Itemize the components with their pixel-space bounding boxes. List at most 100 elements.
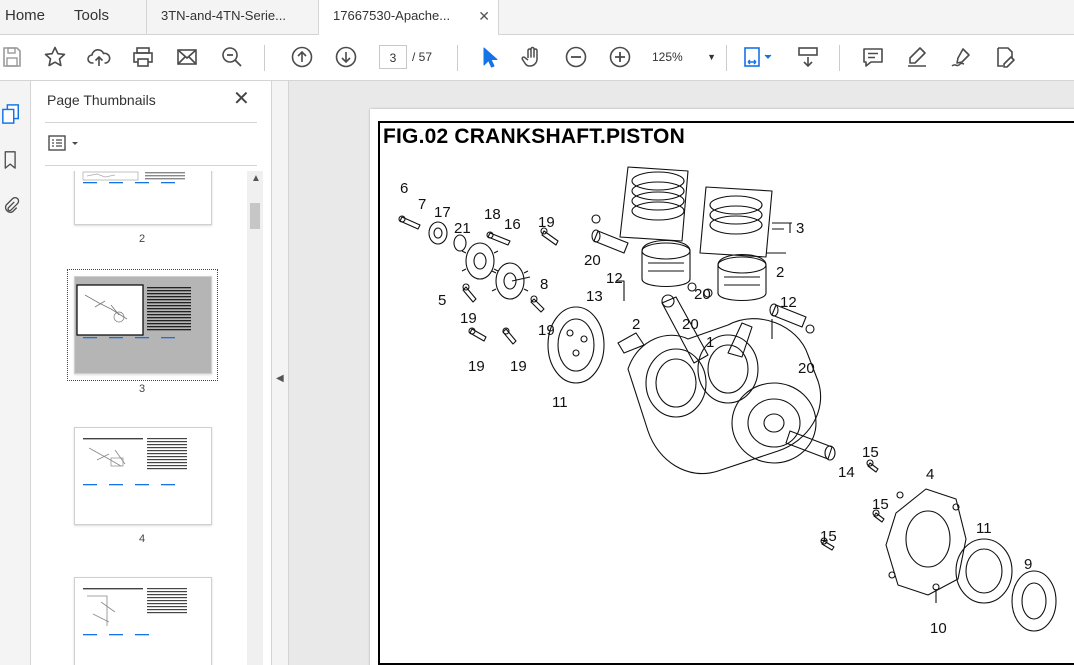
thumbnail-options-button[interactable] [47,133,83,155]
tab-bar: Home Tools 3TN-and-4TN-Serie... 17667530… [0,0,1074,35]
callout-number: 18 [484,206,501,223]
toolbar-separator [726,45,727,71]
toolbar-separator [457,45,458,71]
page-thumbnails-panel: Page Thumbnails ✕ 2 3 4 ▲ [31,81,271,665]
callout-number: 12 [606,270,623,287]
callout-labels: 67 17211816 192012358191319 2220201219 19111… [400,180,1032,637]
callout-number: 19 [460,310,477,327]
comment-icon[interactable] [859,43,887,71]
callout-number: 17 [434,204,451,221]
callout-number: 5 [438,292,446,309]
callout-number: 4 [926,466,934,483]
callout-number: 11 [976,520,992,537]
callout-number: 16 [504,216,521,233]
previous-page-icon[interactable] [288,43,316,71]
print-icon[interactable] [129,43,157,71]
document-tab-label: 17667530-Apache... [333,8,451,23]
callout-number: 7 [418,196,426,213]
zoom-dropdown[interactable]: 125% ▼ [652,45,720,69]
panel-title: Page Thumbnails [47,92,156,108]
document-tab-label: 3TN-and-4TN-Serie... [161,8,286,23]
tools-menu[interactable]: Tools [74,0,109,34]
bookmark-star-icon[interactable] [41,43,69,71]
callout-number: 1 [706,334,714,351]
callout-number: 15 [872,496,889,513]
zoom-out-icon[interactable] [562,43,590,71]
panel-splitter[interactable]: ◀ [271,81,289,665]
figure-frame: FIG.02 CRANKSHAFT.PISTON 6 7 17 21 18 16… [378,121,1074,665]
scrollbar-thumb[interactable] [250,203,260,229]
navigation-rail [0,81,31,665]
close-tab-icon[interactable]: ✕ [478,0,490,32]
email-icon[interactable] [173,43,201,71]
page-number-input[interactable]: 3 [379,45,407,69]
thumbnail-preview [75,277,211,373]
thumbnail-list: 2 3 4 [31,171,247,665]
thumbnail-preview [83,588,187,636]
toolbar: 3 / 57 125% ▼ [0,35,1074,81]
callout-number: 11 [552,394,568,411]
sign-icon[interactable] [947,43,975,71]
callout-number: 12 [780,294,797,311]
document-tab-1[interactable]: 3TN-and-4TN-Serie... [146,0,319,34]
page-total-label: / 57 [412,50,433,64]
callout-number: 2 [632,316,640,333]
callout-number: 8 [540,276,548,293]
thumbnail-page[interactable] [74,577,212,665]
thumbnail-page[interactable] [74,427,212,525]
scroll-up-icon[interactable]: ▲ [251,173,261,184]
toolbar-separator [839,45,840,71]
divider [45,122,257,123]
toolbar-separator [264,45,265,71]
callout-number: 19 [468,358,485,375]
pdf-page: FIG.02 CRANKSHAFT.PISTON 6 7 17 21 18 16… [370,109,1074,665]
callout-number: 6 [400,180,408,197]
chevron-down-icon: ▼ [707,52,716,62]
callout-number: 14 [838,464,855,481]
callout-number: 20 [682,316,699,333]
callout-number: 20 [584,252,601,269]
thumbnail-page[interactable] [74,171,212,225]
hand-icon[interactable] [518,43,546,71]
find-icon[interactable] [218,43,246,71]
save-icon[interactable] [0,43,26,71]
divider [45,165,257,166]
thumbnail-preview [82,171,185,184]
document-view[interactable]: FIG.02 CRANKSHAFT.PISTON 6 7 17 21 18 16… [289,81,1074,665]
callout-number: 20 [798,360,815,377]
document-tab-2[interactable]: 17667530-Apache... ✕ [318,0,499,35]
callout-number: 13 [586,288,603,305]
attachments-icon[interactable] [0,193,22,219]
exploded-parts-diagram: 67 17211816 192012358191319 2220201219 19111… [398,166,1057,637]
callout-number: 3 [796,220,804,237]
close-panel-icon[interactable]: ✕ [233,89,250,109]
home-menu[interactable]: Home [5,0,45,34]
thumbnail-preview [83,438,187,486]
zoom-value: 125% [652,50,683,64]
thumbnail-scrollbar[interactable]: ▲ [247,171,263,665]
callout-number: 19 [510,358,527,375]
callout-number: 2 [776,264,784,281]
callout-number: 10 [930,620,947,637]
collapse-panel-icon[interactable]: ◀ [276,373,284,384]
callout-number: 15 [862,444,879,461]
page-fit-icon[interactable] [740,43,776,71]
select-cursor-icon[interactable] [475,43,503,71]
thumbnail-page-selected[interactable] [74,276,212,374]
page-thumbnails-icon[interactable] [0,101,22,127]
diagram-parts [398,166,1057,632]
highlight-icon[interactable] [903,43,931,71]
callout-number: 21 [454,220,471,237]
bookmarks-icon[interactable] [0,147,22,173]
callout-number: 20 [694,286,711,303]
thumbnail-label: 2 [138,233,146,245]
upload-icon[interactable] [85,43,113,71]
zoom-in-icon[interactable] [606,43,634,71]
thumbnail-label: 4 [138,533,146,545]
next-page-icon[interactable] [332,43,360,71]
callout-number: 9 [1024,556,1032,573]
scroll-mode-icon[interactable] [794,43,822,71]
callout-number: 15 [820,528,837,545]
callout-number: 19 [538,322,555,339]
edit-pdf-icon[interactable] [991,43,1019,71]
